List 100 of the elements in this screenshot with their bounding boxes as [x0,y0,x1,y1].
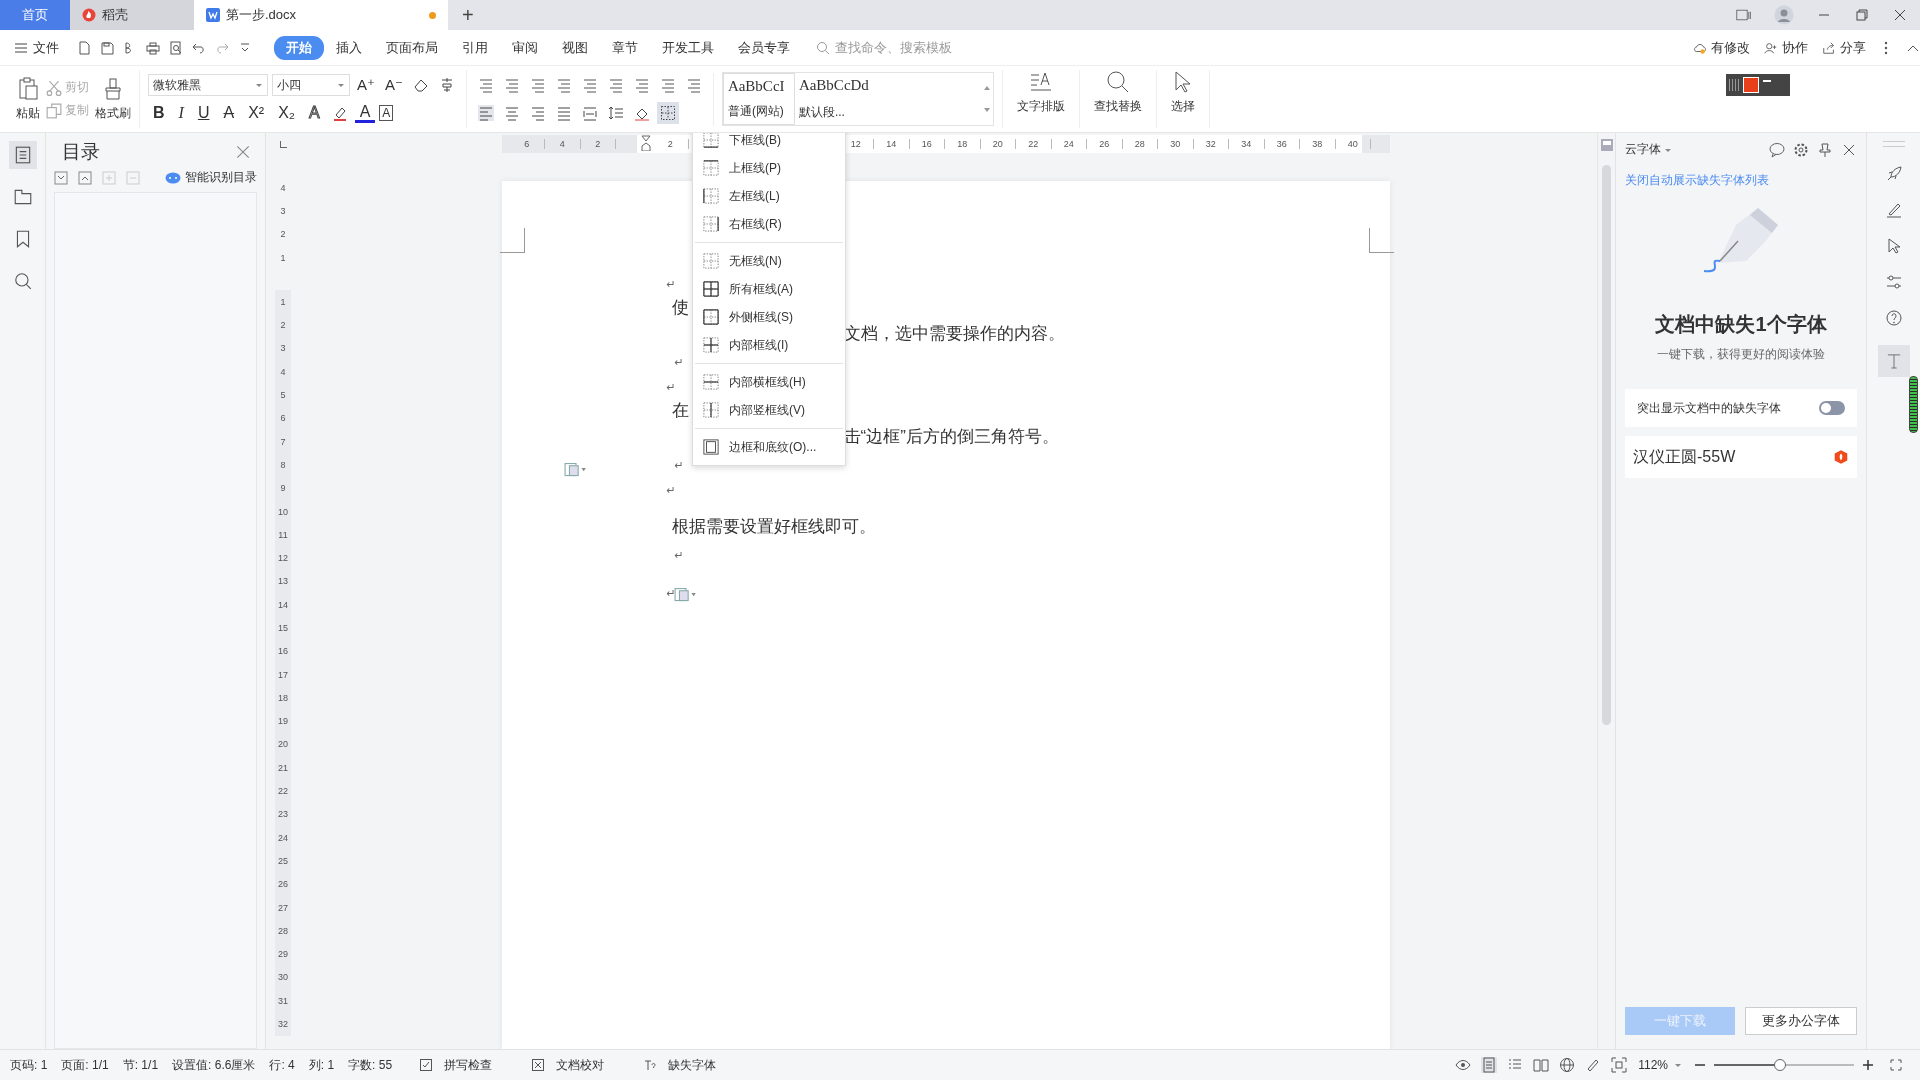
file-menu[interactable]: 文件 [14,38,59,57]
avatar-icon[interactable] [1774,5,1794,25]
expand-icon[interactable] [54,170,68,185]
menu-item[interactable]: 内部竖框线(V) [693,396,845,424]
menu-item[interactable]: 所有框线(A) [693,275,845,303]
status-button[interactable]: 文档校对 [524,1056,605,1074]
settings-icon[interactable] [1793,141,1809,158]
paragraph-tool-icon[interactable] [529,77,546,93]
panel-button[interactable]: 更多办公字体 [1745,1007,1857,1035]
print-icon[interactable] [146,40,160,55]
outline-icon[interactable] [8,141,37,169]
ribbon-tab[interactable]: 审阅 [500,35,550,60]
pen-icon[interactable] [1884,201,1903,219]
paste-options-icon[interactable] [673,586,698,602]
paste-options-icon[interactable] [563,461,588,477]
missing-font-item[interactable]: 汉仪正圆-55W [1625,436,1857,478]
format-painter-button[interactable]: 格式刷 [95,76,131,122]
restore-icon[interactable] [1854,8,1870,22]
chat-icon[interactable] [1769,141,1785,158]
format-button[interactable]: U [192,104,215,122]
drag-handle[interactable] [1882,141,1905,147]
menu-item[interactable]: 内部框线(I) [693,331,845,359]
menu-item[interactable]: 外侧框线(S) [693,303,845,331]
paragraph-tool-icon[interactable] [477,77,494,93]
ribbon-tab[interactable]: 视图 [550,35,600,60]
indent-marker-icon[interactable] [640,135,651,151]
paragraph-tool-icon[interactable] [581,77,598,93]
command-search[interactable]: 查找命令、搜索模板 [816,39,977,56]
highlight-toggle[interactable] [1819,401,1845,415]
paragraph-tool-icon[interactable] [555,77,572,93]
borders-icon[interactable] [659,105,676,121]
ribbon-tab[interactable]: 会员专享 [726,35,802,60]
justify-icon[interactable] [555,105,572,121]
ribbon-tab[interactable]: 插入 [324,35,374,60]
zoom-in-icon[interactable] [1862,1059,1874,1071]
preview-icon[interactable] [169,40,183,55]
tab-stop-icon[interactable] [279,141,287,148]
globe-icon[interactable] [1559,1057,1576,1073]
align-center-icon[interactable] [503,105,520,121]
help-icon[interactable] [1884,309,1903,327]
line-spacing-icon[interactable] [607,105,624,121]
eye-icon[interactable] [1455,1057,1472,1073]
align-left-icon[interactable] [477,105,494,121]
ribbon-tool-button[interactable]: 选择 [1156,70,1210,128]
page-view-icon[interactable] [1481,1057,1498,1073]
fit-icon[interactable] [1611,1057,1628,1073]
smart-toc-button[interactable]: 智能识别目录 [165,169,257,186]
ribbon-tool-button[interactable]: 查找替换 [1079,70,1157,128]
menu-item[interactable]: 右框线(R) [693,210,845,238]
scrollbar[interactable] [1602,165,1611,725]
document-tab[interactable]: 首页 [0,0,70,30]
status-button[interactable]: 拼写检查 [412,1056,493,1074]
ribbon-tab[interactable]: 引用 [450,35,500,60]
format-button[interactable]: X₂ [273,104,300,122]
paste-button[interactable]: 粘贴 [16,76,40,122]
style-preset[interactable]: AaBbCcDd 默认段... [794,73,867,125]
pin-icon[interactable] [1817,141,1833,158]
ribbon-tab[interactable]: 开发工具 [650,35,726,60]
book-icon[interactable] [1533,1057,1550,1073]
header-action[interactable]: 分享 [1822,38,1866,57]
format-button[interactable]: A [379,105,394,121]
align-right-icon[interactable] [529,105,546,121]
caret-icon[interactable] [1674,1061,1682,1069]
font-size-field[interactable]: 小四 [272,74,350,96]
new-tab-button[interactable]: + [448,0,488,30]
style-preset[interactable]: AaBbCcI 普通(网站) [722,73,795,125]
paragraph-tool-icon[interactable] [633,77,650,93]
paragraph-tool-icon[interactable] [503,77,520,93]
distribute-icon[interactable] [581,105,598,121]
panel-title[interactable]: 云字体 [1625,141,1661,158]
format-button[interactable]: X² [243,104,270,122]
header-action[interactable]: 协作 [1764,38,1808,57]
sliders-icon[interactable] [1884,273,1903,291]
format-button[interactable]: B [148,104,170,122]
font-icon[interactable] [1877,345,1910,377]
grow-font-button[interactable]: A⁺ [354,76,378,94]
status-button[interactable]: 缺失字体 [636,1056,717,1074]
format-button[interactable]: A [218,104,240,122]
layout-icon[interactable] [1736,8,1752,22]
document-tab[interactable]: 稻壳 [70,0,194,30]
more-icon[interactable] [1884,40,1888,55]
close-icon[interactable] [1892,8,1908,22]
input-method-icon[interactable] [1726,74,1790,96]
menu-item[interactable]: 无框线(N) [693,247,845,275]
shrink-font-button[interactable]: A⁻ [381,76,406,94]
fullscreen-icon[interactable] [1890,1059,1902,1071]
header-action[interactable]: 有修改 [1693,38,1750,57]
ribbon-tab[interactable]: 页面布局 [374,35,450,60]
paragraph-tool-icon[interactable] [659,77,676,93]
paragraph-tool-icon[interactable] [607,77,624,93]
font-name-field[interactable]: 微软雅黑 [148,74,268,96]
format-button[interactable]: A [304,104,325,122]
menu-item[interactable]: 边框和底纹(O)... [693,433,845,461]
menu-item[interactable]: 左框线(L) [693,182,845,210]
paragraph-tool-icon[interactable] [685,77,702,93]
format-button[interactable]: A [354,103,376,123]
eraser-icon[interactable] [412,77,429,93]
menu-item[interactable]: 内部横框线(H) [693,368,845,396]
ribbon-tool-button[interactable]: 文字排版 [1002,70,1080,128]
ribbon-tab[interactable]: 章节 [600,35,650,60]
